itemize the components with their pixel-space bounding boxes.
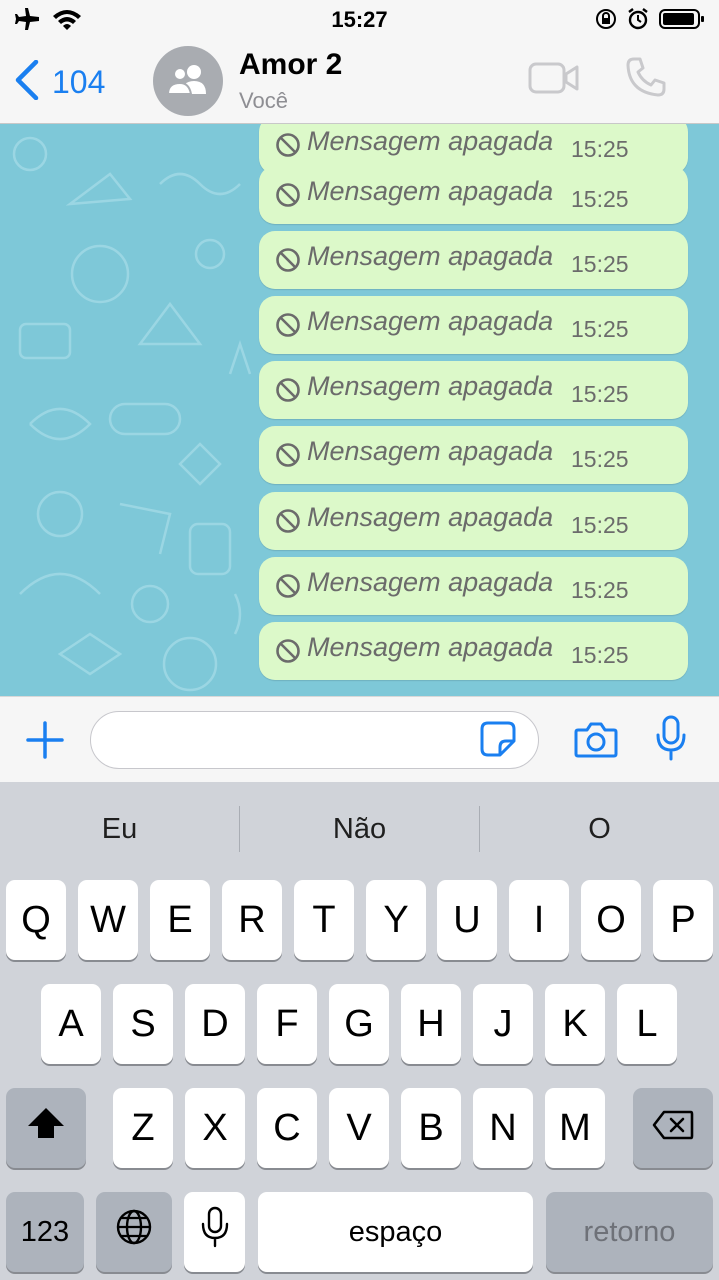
message-bubble[interactable]: Mensagem apagada 15:25	[259, 622, 688, 680]
microphone-icon	[201, 1206, 229, 1258]
camera-icon[interactable]	[574, 721, 618, 764]
rotation-lock-icon	[595, 8, 617, 35]
microphone-icon[interactable]	[656, 715, 686, 766]
video-call-icon[interactable]	[528, 60, 580, 101]
message-bubble[interactable]: Mensagem apagada 15:25	[259, 361, 688, 419]
message-time: 15:25	[571, 577, 629, 603]
deleted-message-icon	[275, 573, 301, 604]
key-e[interactable]: E	[150, 880, 210, 960]
status-bar: 15:27	[0, 0, 719, 40]
sticker-icon[interactable]	[480, 721, 516, 762]
key-z[interactable]: Z	[113, 1088, 173, 1168]
message-time: 15:25	[571, 642, 629, 668]
message-bubble[interactable]: Mensagem apagada 15:25	[259, 426, 688, 484]
message-text: Mensagem apagada	[307, 436, 554, 466]
backspace-icon	[652, 1107, 694, 1150]
deleted-message-icon	[275, 182, 301, 213]
globe-icon	[115, 1208, 153, 1256]
dictation-key[interactable]	[184, 1192, 245, 1272]
message-time: 15:25	[571, 316, 629, 342]
backspace-key[interactable]	[633, 1088, 713, 1168]
group-icon	[165, 64, 211, 99]
message-time: 15:25	[571, 186, 629, 212]
key-i[interactable]: I	[509, 880, 569, 960]
message-input-bar	[0, 696, 719, 782]
key-q[interactable]: Q	[6, 880, 66, 960]
shift-key[interactable]	[6, 1088, 86, 1168]
key-u[interactable]: U	[437, 880, 497, 960]
return-key[interactable]: retorno	[546, 1192, 713, 1272]
contact-subtitle: Você	[239, 88, 288, 113]
key-s[interactable]: S	[113, 984, 173, 1064]
key-c[interactable]: C	[257, 1088, 317, 1168]
alarm-icon	[627, 8, 649, 35]
message-time: 15:25	[571, 136, 629, 162]
deleted-message-icon	[275, 377, 301, 408]
chat-area[interactable]: Mensagem apagada 15:25 Mensagem apagada 15:…	[0, 124, 719, 696]
message-text: Mensagem apagada	[307, 176, 554, 206]
message-input[interactable]	[90, 711, 539, 769]
message-bubble[interactable]: Mensagem apagada 15:25	[259, 166, 688, 224]
deleted-message-icon	[275, 132, 301, 163]
key-t[interactable]: T	[294, 880, 354, 960]
key-y[interactable]: Y	[366, 880, 426, 960]
key-v[interactable]: V	[329, 1088, 389, 1168]
message-bubble[interactable]: Mensagem apagada 15:25	[259, 492, 688, 550]
key-p[interactable]: P	[653, 880, 713, 960]
numbers-key[interactable]: 123	[6, 1192, 84, 1272]
deleted-message-icon	[275, 312, 301, 343]
message-time: 15:25	[571, 251, 629, 277]
key-m[interactable]: M	[545, 1088, 605, 1168]
key-g[interactable]: G	[329, 984, 389, 1064]
message-bubble[interactable]: Mensagem apagada 15:25	[259, 557, 688, 615]
message-text: Mensagem apagada	[307, 567, 554, 597]
message-text: Mensagem apagada	[307, 306, 554, 336]
suggestion-1[interactable]: Eu	[0, 782, 239, 876]
message-text: Mensagem apagada	[307, 241, 554, 271]
message-time: 15:25	[571, 381, 629, 407]
group-avatar[interactable]	[153, 46, 223, 116]
message-text: Mensagem apagada	[307, 502, 554, 532]
key-l[interactable]: L	[617, 984, 677, 1064]
key-x[interactable]: X	[185, 1088, 245, 1168]
message-text: Mensagem apagada	[307, 371, 554, 401]
message-text: Mensagem apagada	[307, 126, 554, 156]
battery-icon	[659, 8, 705, 35]
keyboard: Eu Não O QWERTYUIOPASDFGHJKLZXCVBNM 123 …	[0, 782, 719, 1280]
key-k[interactable]: K	[545, 984, 605, 1064]
chevron-left-icon	[14, 59, 40, 105]
suggestion-3[interactable]: O	[480, 782, 719, 876]
message-bubble[interactable]: Mensagem apagada 15:25	[259, 296, 688, 354]
message-text: Mensagem apagada	[307, 632, 554, 662]
back-button[interactable]: 104	[14, 59, 106, 105]
message-time: 15:25	[571, 512, 629, 538]
key-o[interactable]: O	[581, 880, 641, 960]
globe-key[interactable]	[96, 1192, 172, 1272]
key-b[interactable]: B	[401, 1088, 461, 1168]
message-bubble[interactable]: Mensagem apagada 15:25	[259, 231, 688, 289]
key-r[interactable]: R	[222, 880, 282, 960]
phone-icon[interactable]	[625, 56, 667, 103]
key-h[interactable]: H	[401, 984, 461, 1064]
key-w[interactable]: W	[78, 880, 138, 960]
key-f[interactable]: F	[257, 984, 317, 1064]
key-j[interactable]: J	[473, 984, 533, 1064]
deleted-message-icon	[275, 508, 301, 539]
shift-icon	[26, 1106, 66, 1150]
contact-name[interactable]: Amor 2	[239, 48, 342, 82]
key-d[interactable]: D	[185, 984, 245, 1064]
deleted-message-icon	[275, 442, 301, 473]
suggestion-2[interactable]: Não	[240, 782, 479, 876]
chat-header: 104 Amor 2 Você	[0, 40, 719, 124]
message-time: 15:25	[571, 446, 629, 472]
space-key[interactable]: espaço	[258, 1192, 533, 1272]
plus-icon[interactable]	[26, 721, 64, 764]
key-a[interactable]: A	[41, 984, 101, 1064]
deleted-message-icon	[275, 247, 301, 278]
unread-count: 104	[52, 64, 106, 100]
deleted-message-icon	[275, 638, 301, 669]
key-n[interactable]: N	[473, 1088, 533, 1168]
